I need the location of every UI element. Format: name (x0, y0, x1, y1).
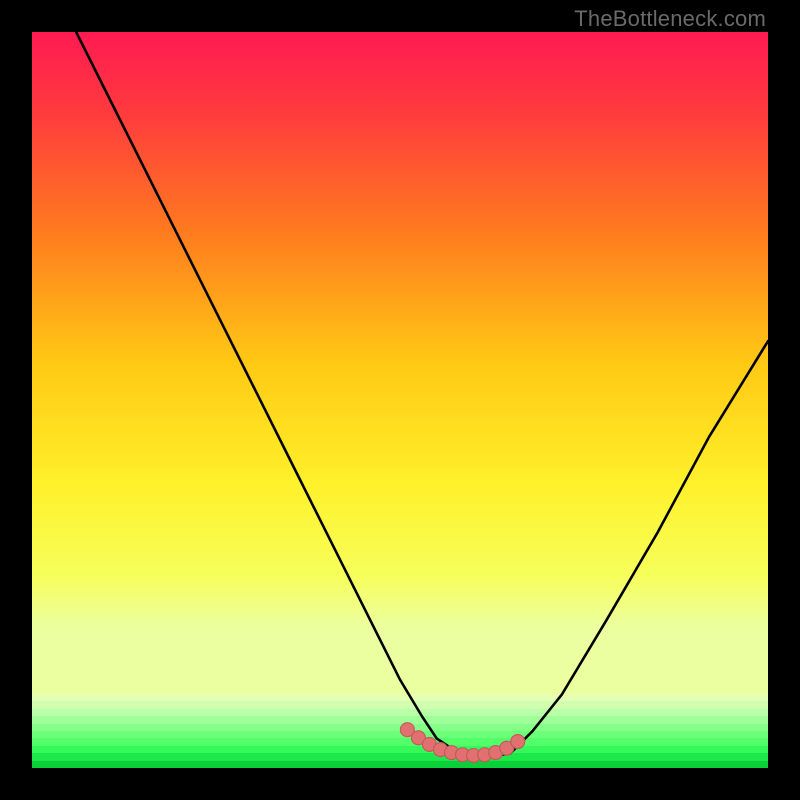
chart-plot-area (32, 32, 768, 768)
highlight-marker (511, 735, 525, 749)
chart-curve (32, 32, 768, 768)
attribution-text: TheBottleneck.com (574, 6, 766, 32)
